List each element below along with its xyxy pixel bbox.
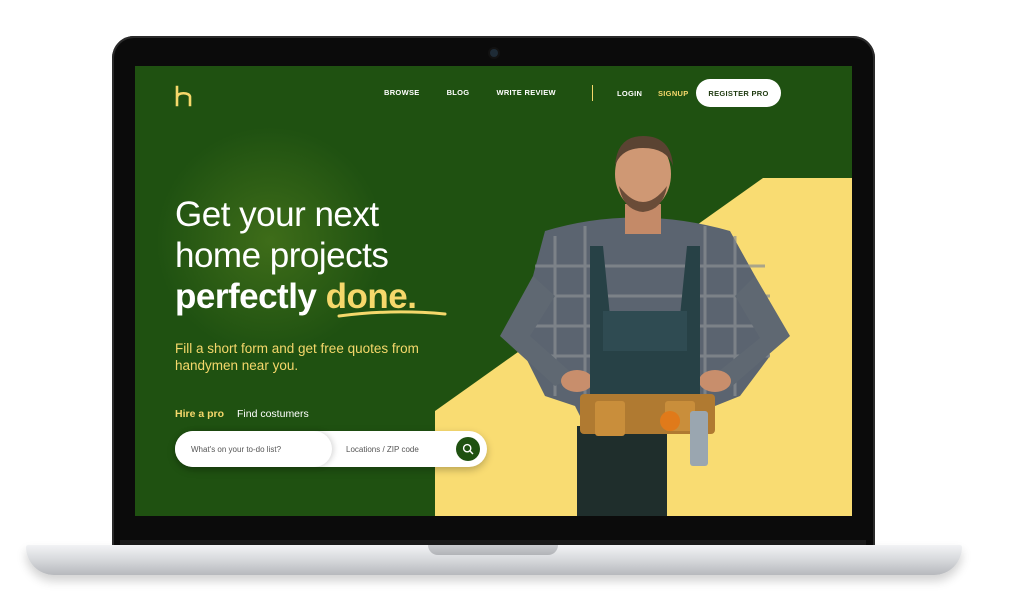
- hero-subtitle: Fill a short form and get free quotes fr…: [175, 341, 419, 373]
- accent-underline: [337, 310, 447, 318]
- nav-blog[interactable]: BLOG: [447, 88, 470, 97]
- location-input[interactable]: Locations / ZIP code: [346, 431, 419, 467]
- search-bar: What's on your to-do list? Locations / Z…: [175, 431, 487, 467]
- camera-icon: [490, 49, 498, 57]
- nav-divider: [592, 85, 593, 101]
- headline-line-2: home projects: [175, 236, 389, 275]
- hero-headline: Get your next home projects perfectly do…: [175, 194, 417, 317]
- screen: BROWSE BLOG WRITE REVIEW LOGIN SIGNUP RE…: [135, 66, 852, 516]
- handyman-illustration: [500, 136, 790, 516]
- todo-search-input[interactable]: What's on your to-do list?: [175, 431, 332, 467]
- nav-write-review[interactable]: WRITE REVIEW: [496, 88, 555, 97]
- laptop-base-notch: [428, 545, 558, 555]
- headline-line-1: Get your next: [175, 195, 379, 234]
- h-logo-icon[interactable]: [173, 84, 197, 108]
- tab-find-costumers[interactable]: Find costumers: [237, 408, 309, 420]
- login-link[interactable]: LOGIN: [617, 89, 642, 98]
- tab-hire-a-pro[interactable]: Hire a pro: [175, 408, 224, 420]
- headline-line-3: perfectly: [175, 277, 326, 316]
- signup-link[interactable]: SIGNUP: [658, 89, 689, 98]
- main-nav: BROWSE BLOG WRITE REVIEW: [384, 88, 583, 97]
- search-icon: [462, 443, 474, 455]
- search-button[interactable]: [456, 437, 480, 461]
- register-pro-button[interactable]: REGISTER PRO: [696, 79, 781, 107]
- nav-browse[interactable]: BROWSE: [384, 88, 420, 97]
